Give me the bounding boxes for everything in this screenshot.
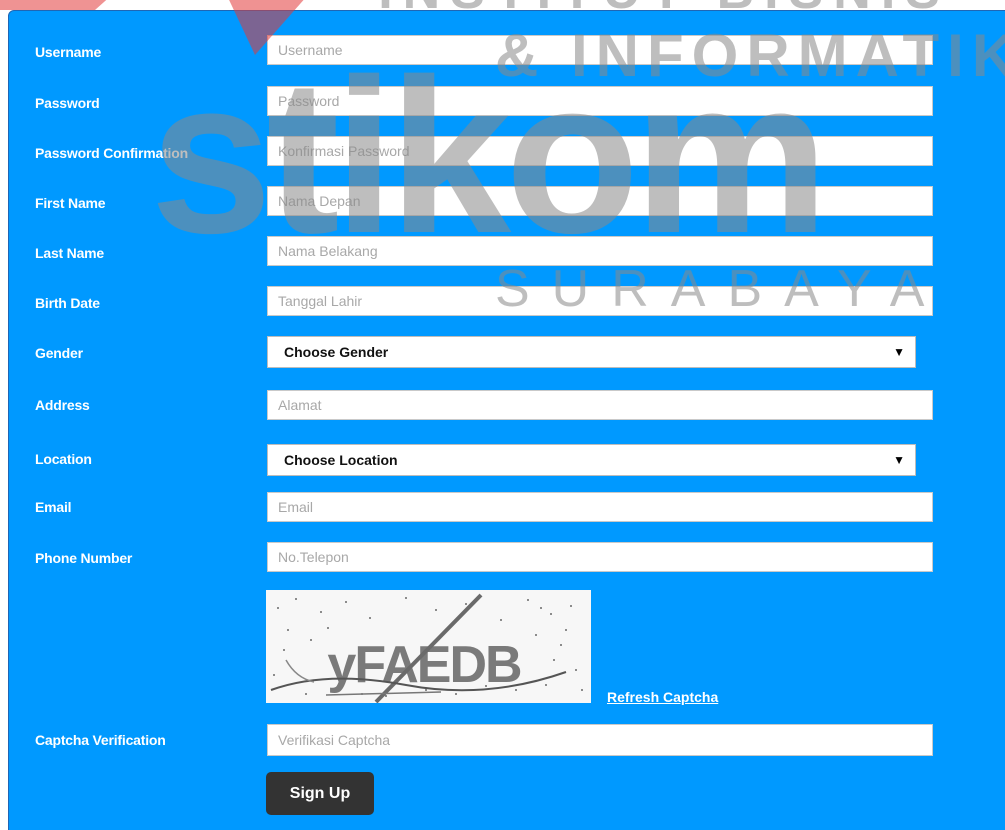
captcha-text: yFAEDB xyxy=(327,636,521,694)
birth-date-input[interactable] xyxy=(267,286,933,316)
last-name-input[interactable] xyxy=(267,236,933,266)
logo-red-shape-left xyxy=(0,0,107,10)
phone-input[interactable] xyxy=(267,542,933,572)
birth-date-label: Birth Date xyxy=(35,295,100,311)
sign-up-button[interactable]: Sign Up xyxy=(266,772,374,815)
captcha-image: yFAEDB xyxy=(266,590,591,704)
location-label: Location xyxy=(35,451,92,467)
signup-page: Username Password Password Confirmation … xyxy=(0,0,1005,830)
refresh-captcha-link[interactable]: Refresh Captcha xyxy=(607,689,718,705)
address-input[interactable] xyxy=(267,390,933,420)
username-input[interactable] xyxy=(267,35,933,65)
captcha-verification-label: Captcha Verification xyxy=(35,732,166,748)
captcha-noise-graphic: yFAEDB xyxy=(266,590,591,704)
location-select[interactable]: Choose Location ▼ xyxy=(267,444,916,476)
gender-label: Gender xyxy=(35,345,83,361)
dropdown-arrow-icon: ▼ xyxy=(893,345,905,359)
password-input[interactable] xyxy=(267,86,933,116)
first-name-label: First Name xyxy=(35,195,106,211)
phone-label: Phone Number xyxy=(35,550,133,566)
email-label: Email xyxy=(35,499,72,515)
first-name-input[interactable] xyxy=(267,186,933,216)
gender-select-value: Choose Gender xyxy=(284,344,389,360)
captcha-verification-input[interactable] xyxy=(267,724,933,756)
gender-select[interactable]: Choose Gender ▼ xyxy=(267,336,916,368)
password-confirmation-input[interactable] xyxy=(267,136,933,166)
location-select-value: Choose Location xyxy=(284,452,398,468)
signup-form-panel xyxy=(8,10,1005,830)
password-confirmation-label: Password Confirmation xyxy=(35,145,188,161)
password-label: Password xyxy=(35,95,100,111)
address-label: Address xyxy=(35,397,90,413)
username-label: Username xyxy=(35,44,102,60)
last-name-label: Last Name xyxy=(35,245,105,261)
email-input[interactable] xyxy=(267,492,933,522)
dropdown-arrow-icon: ▼ xyxy=(893,453,905,467)
